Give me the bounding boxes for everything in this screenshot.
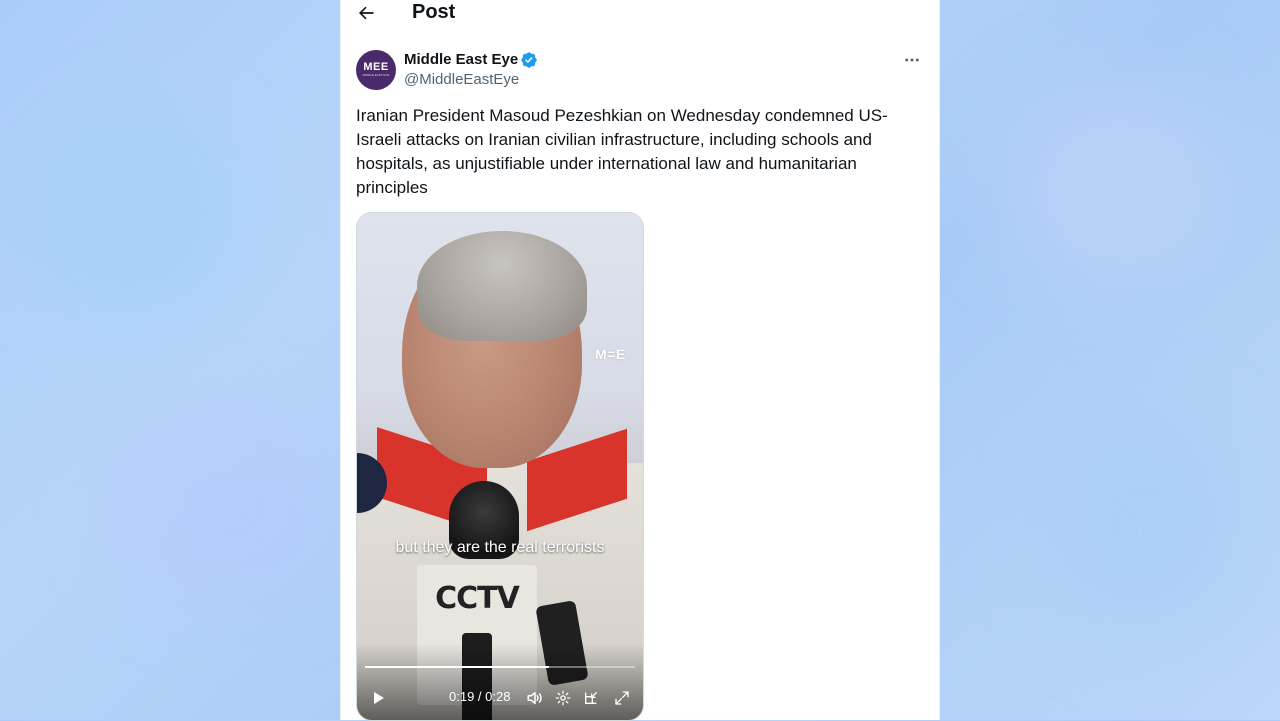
volume-button[interactable]: [524, 687, 546, 709]
more-icon: [905, 58, 919, 62]
fullscreen-icon: [615, 691, 629, 705]
video-progress-fill: [365, 666, 549, 668]
video-caption-text: but they are the real terrorists: [395, 539, 605, 556]
avatar-mark: MEE: [363, 61, 389, 73]
author-display-name[interactable]: Middle East Eye: [404, 51, 518, 68]
video-player[interactable]: CCTV M=E but they are the real terrorist…: [356, 212, 644, 721]
page-title: Post: [412, 1, 456, 23]
top-bar: Post: [341, 0, 939, 26]
play-icon: [374, 692, 384, 704]
background-blob: [1000, 80, 1220, 280]
tweet-text: Iranian President Masoud Pezeshkian on W…: [356, 106, 888, 197]
settings-button[interactable]: [552, 687, 574, 709]
verified-badge-icon: [521, 52, 537, 68]
author-handle[interactable]: @MiddleEastEye: [404, 71, 519, 88]
play-button[interactable]: [367, 687, 389, 709]
video-progress-bar[interactable]: [365, 666, 635, 668]
settings-icon: [555, 690, 571, 706]
background-blob: [1050, 420, 1250, 640]
pip-button[interactable]: [580, 687, 602, 709]
back-arrow-icon: [359, 6, 374, 20]
post-column: Post MEE MIDDLE EAST EYE Middle East Eye…: [340, 0, 940, 721]
more-button[interactable]: [899, 50, 925, 70]
fullscreen-button[interactable]: [611, 687, 633, 709]
video-frame-hair: [417, 231, 587, 341]
back-button[interactable]: [353, 0, 379, 26]
video-watermark: M=E: [595, 346, 626, 362]
video-time: 0:19 / 0:28: [449, 689, 511, 704]
background-blob: [40, 120, 240, 320]
pip-icon: [585, 692, 597, 704]
avatar-subtext: MIDDLE EAST EYE: [362, 73, 390, 77]
avatar[interactable]: MEE MIDDLE EAST EYE: [356, 50, 396, 90]
volume-icon: [527, 692, 542, 704]
background-blob: [120, 420, 340, 600]
cctv-logo: CCTV: [435, 581, 520, 616]
video-caption: but they are the real terrorists: [357, 537, 643, 559]
